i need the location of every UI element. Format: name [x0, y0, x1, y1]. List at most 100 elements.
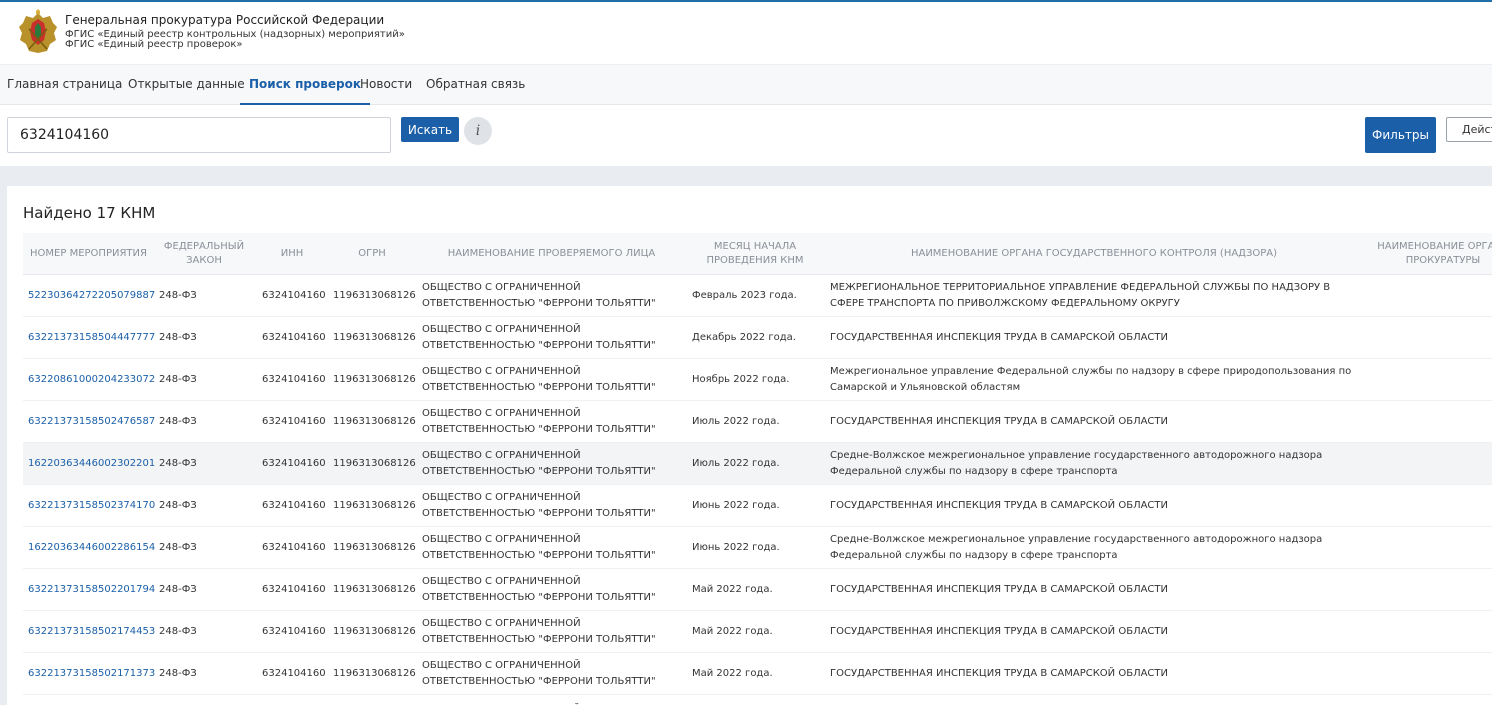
nav-item-open-data[interactable]: Открытые данные	[128, 65, 245, 105]
control-body-cell: ГОСУДАРСТВЕННАЯ ИНСПЕКЦИЯ ТРУДА В САМАРС…	[830, 626, 1168, 637]
table-row[interactable]: 63221373158504447777 248-ФЗ 6324104160 1…	[23, 317, 1492, 359]
table-row[interactable]: 63221373158502201794 248-ФЗ 6324104160 1…	[23, 569, 1492, 611]
table-row[interactable]: 63221373158502476587 248-ФЗ 6324104160 1…	[23, 401, 1492, 443]
inn-cell: 6324104160	[262, 458, 326, 469]
ogrn-cell: 1196313068126	[333, 584, 416, 595]
inn-cell: 6324104160	[262, 668, 326, 679]
control-body-cell: ГОСУДАРСТВЕННАЯ ИНСПЕКЦИЯ ТРУДА В САМАРС…	[830, 668, 1168, 679]
inn-cell: 6324104160	[262, 374, 326, 385]
inspection-number-link[interactable]: 63221373158504447777	[28, 330, 155, 346]
table-header: Номер мероприятия Федеральный закон ИНН …	[23, 233, 1492, 275]
ogrn-cell: 1196313068126	[333, 290, 416, 301]
results-count: Найдено 17 КНМ	[23, 204, 156, 222]
inspection-number-link[interactable]: 16220363446002286154	[28, 540, 155, 556]
nav-item-feedback[interactable]: Обратная связь	[426, 65, 525, 105]
control-body-cell: Межрегиональное управление Федеральной с…	[830, 366, 1352, 393]
prosecutor-emblem-logo	[19, 9, 57, 53]
federal-law-cell: 248-ФЗ	[159, 458, 197, 469]
nav-item-home[interactable]: Главная страница	[7, 65, 122, 105]
inspection-number-link[interactable]: 52230364272205079887	[28, 288, 155, 304]
entity-name-cell: ОБЩЕСТВО С ОГРАНИЧЕННОЙ ОТВЕТСТВЕННОСТЬЮ…	[422, 534, 656, 561]
start-month-cell: Июль 2022 года.	[692, 458, 780, 469]
column-header-entity-name[interactable]: Наименование проверяемого лица	[422, 233, 681, 275]
inspection-number-cell: 63221373158502374170	[28, 485, 158, 527]
nav-item-search-inspections[interactable]: Поиск проверок	[240, 65, 370, 105]
info-icon[interactable]: i	[464, 117, 492, 145]
entity-name-cell: ОБЩЕСТВО С ОГРАНИЧЕННОЙ ОТВЕТСТВЕННОСТЬЮ…	[422, 324, 656, 351]
entity-name-cell: ОБЩЕСТВО С ОГРАНИЧЕННОЙ ОТВЕТСТВЕННОСТЬЮ…	[422, 366, 656, 393]
entity-name-cell: ОБЩЕСТВО С ОГРАНИЧЕННОЙ ОТВЕТСТВЕННОСТЬЮ	[422, 695, 687, 705]
site-header: Генеральная прокуратура Российской Федер…	[0, 2, 1492, 64]
ogrn-cell: 1196313068126	[333, 416, 416, 427]
control-body-cell: МЕЖРЕГИОНАЛЬНОЕ ТЕРРИТОРИАЛЬНОЕ УПРАВЛЕН…	[830, 282, 1331, 309]
inspection-number-link[interactable]: 16220363446002302201	[28, 456, 155, 472]
federal-law-cell: 248-ФЗ	[159, 290, 197, 301]
federal-law-cell: 248-ФЗ	[159, 542, 197, 553]
column-header-start-month[interactable]: Месяц начала проведения КНМ	[699, 233, 811, 275]
federal-law-cell: 248-ФЗ	[159, 500, 197, 511]
filters-button[interactable]: Фильтры	[1365, 117, 1436, 153]
ogrn-cell: 1196313068126	[333, 332, 416, 343]
org-title: Генеральная прокуратура Российской Федер…	[65, 13, 385, 27]
results-card: Найдено 17 КНМ Номер мероприятия Федерал…	[7, 186, 1492, 705]
start-month-cell: Июнь 2022 года.	[692, 500, 780, 511]
start-month-cell: Май 2022 года.	[692, 626, 773, 637]
column-header-control-body[interactable]: Наименование органа государственного кон…	[830, 233, 1358, 275]
table-row[interactable]: ОБЩЕСТВО С ОГРАНИЧЕННОЙ ОТВЕТСТВЕННОСТЬЮ	[23, 695, 1492, 705]
table-row[interactable]: 16220363446002302201 248-ФЗ 6324104160 1…	[23, 443, 1492, 485]
nav-item-news[interactable]: Новости	[360, 65, 412, 105]
main-nav: Главная страница Открытые данные Поиск п…	[0, 64, 1492, 105]
ogrn-cell: 1196313068126	[333, 374, 416, 385]
ogrn-cell: 1196313068126	[333, 626, 416, 637]
inspection-number-cell: 63221373158502476587	[28, 401, 158, 443]
table-row[interactable]: 63221373158502171373 248-ФЗ 6324104160 1…	[23, 653, 1492, 695]
ogrn-cell: 1196313068126	[333, 542, 416, 553]
inspection-number-link[interactable]: 63221373158502374170	[28, 498, 155, 514]
inn-cell: 6324104160	[262, 332, 326, 343]
start-month-cell: Июнь 2022 года.	[692, 542, 780, 553]
table-row[interactable]: 16220363446002286154 248-ФЗ 6324104160 1…	[23, 527, 1492, 569]
ogrn-cell: 1196313068126	[333, 500, 416, 511]
start-month-cell: Ноябрь 2022 года.	[692, 374, 790, 385]
inspection-number-cell: 63220861000204233072	[28, 359, 158, 401]
actions-button[interactable]: Действия	[1446, 117, 1492, 142]
federal-law-cell: 248-ФЗ	[159, 416, 197, 427]
search-input[interactable]	[7, 117, 391, 153]
federal-law-cell: 248-ФЗ	[159, 626, 197, 637]
inspection-number-cell: 63221373158502171373	[28, 653, 158, 695]
federal-law-cell: 248-ФЗ	[159, 332, 197, 343]
column-header-inn[interactable]: ИНН	[259, 233, 325, 275]
column-header-federal-law[interactable]: Федеральный закон	[154, 233, 254, 275]
column-header-prosecutor-body[interactable]: Наименование органа прокуратуры	[1368, 233, 1492, 275]
inspection-number-link[interactable]: 63221373158502476587	[28, 414, 155, 430]
federal-law-cell: 248-ФЗ	[159, 584, 197, 595]
inspection-number-link[interactable]: 63221373158502201794	[28, 582, 155, 598]
inspection-number-cell: 63221373158502174453	[28, 611, 158, 653]
inn-cell: 6324104160	[262, 290, 326, 301]
start-month-cell: Май 2022 года.	[692, 584, 773, 595]
table-row[interactable]: 63221373158502174453 248-ФЗ 6324104160 1…	[23, 611, 1492, 653]
table-row[interactable]: 52230364272205079887 248-ФЗ 6324104160 1…	[23, 275, 1492, 317]
inspection-number-cell: 16220363446002302201	[28, 443, 158, 485]
inspection-number-cell: 63221373158502201794	[28, 569, 158, 611]
inspection-number-cell: 52230364272205079887	[28, 275, 158, 317]
entity-name-cell: ОБЩЕСТВО С ОГРАНИЧЕННОЙ ОТВЕТСТВЕННОСТЬЮ…	[422, 408, 656, 435]
entity-name-cell: ОБЩЕСТВО С ОГРАНИЧЕННОЙ ОТВЕТСТВЕННОСТЬЮ…	[422, 660, 656, 687]
inspection-number-link[interactable]: 63220861000204233072	[28, 372, 155, 388]
inspection-number-link[interactable]: 63221373158502174453	[28, 624, 155, 640]
inn-cell: 6324104160	[262, 500, 326, 511]
start-month-cell: Июль 2022 года.	[692, 416, 780, 427]
column-header-number[interactable]: Номер мероприятия	[23, 233, 154, 275]
search-button[interactable]: Искать	[401, 117, 459, 142]
column-header-ogrn[interactable]: ОГРН	[332, 233, 412, 275]
start-month-cell: Май 2022 года.	[692, 668, 773, 679]
org-subtitle-2: ФГИС «Единый реестр проверок»	[65, 39, 243, 50]
search-bar: Искать i Фильтры Действия	[0, 105, 1492, 166]
inn-cell: 6324104160	[262, 542, 326, 553]
control-body-cell: ГОСУДАРСТВЕННАЯ ИНСПЕКЦИЯ ТРУДА В САМАРС…	[830, 416, 1168, 427]
inspection-number-cell: 63221373158504447777	[28, 317, 158, 359]
table-row[interactable]: 63221373158502374170 248-ФЗ 6324104160 1…	[23, 485, 1492, 527]
inspection-number-cell: 16220363446002286154	[28, 527, 158, 569]
table-row[interactable]: 63220861000204233072 248-ФЗ 6324104160 1…	[23, 359, 1492, 401]
inspection-number-link[interactable]: 63221373158502171373	[28, 666, 155, 682]
